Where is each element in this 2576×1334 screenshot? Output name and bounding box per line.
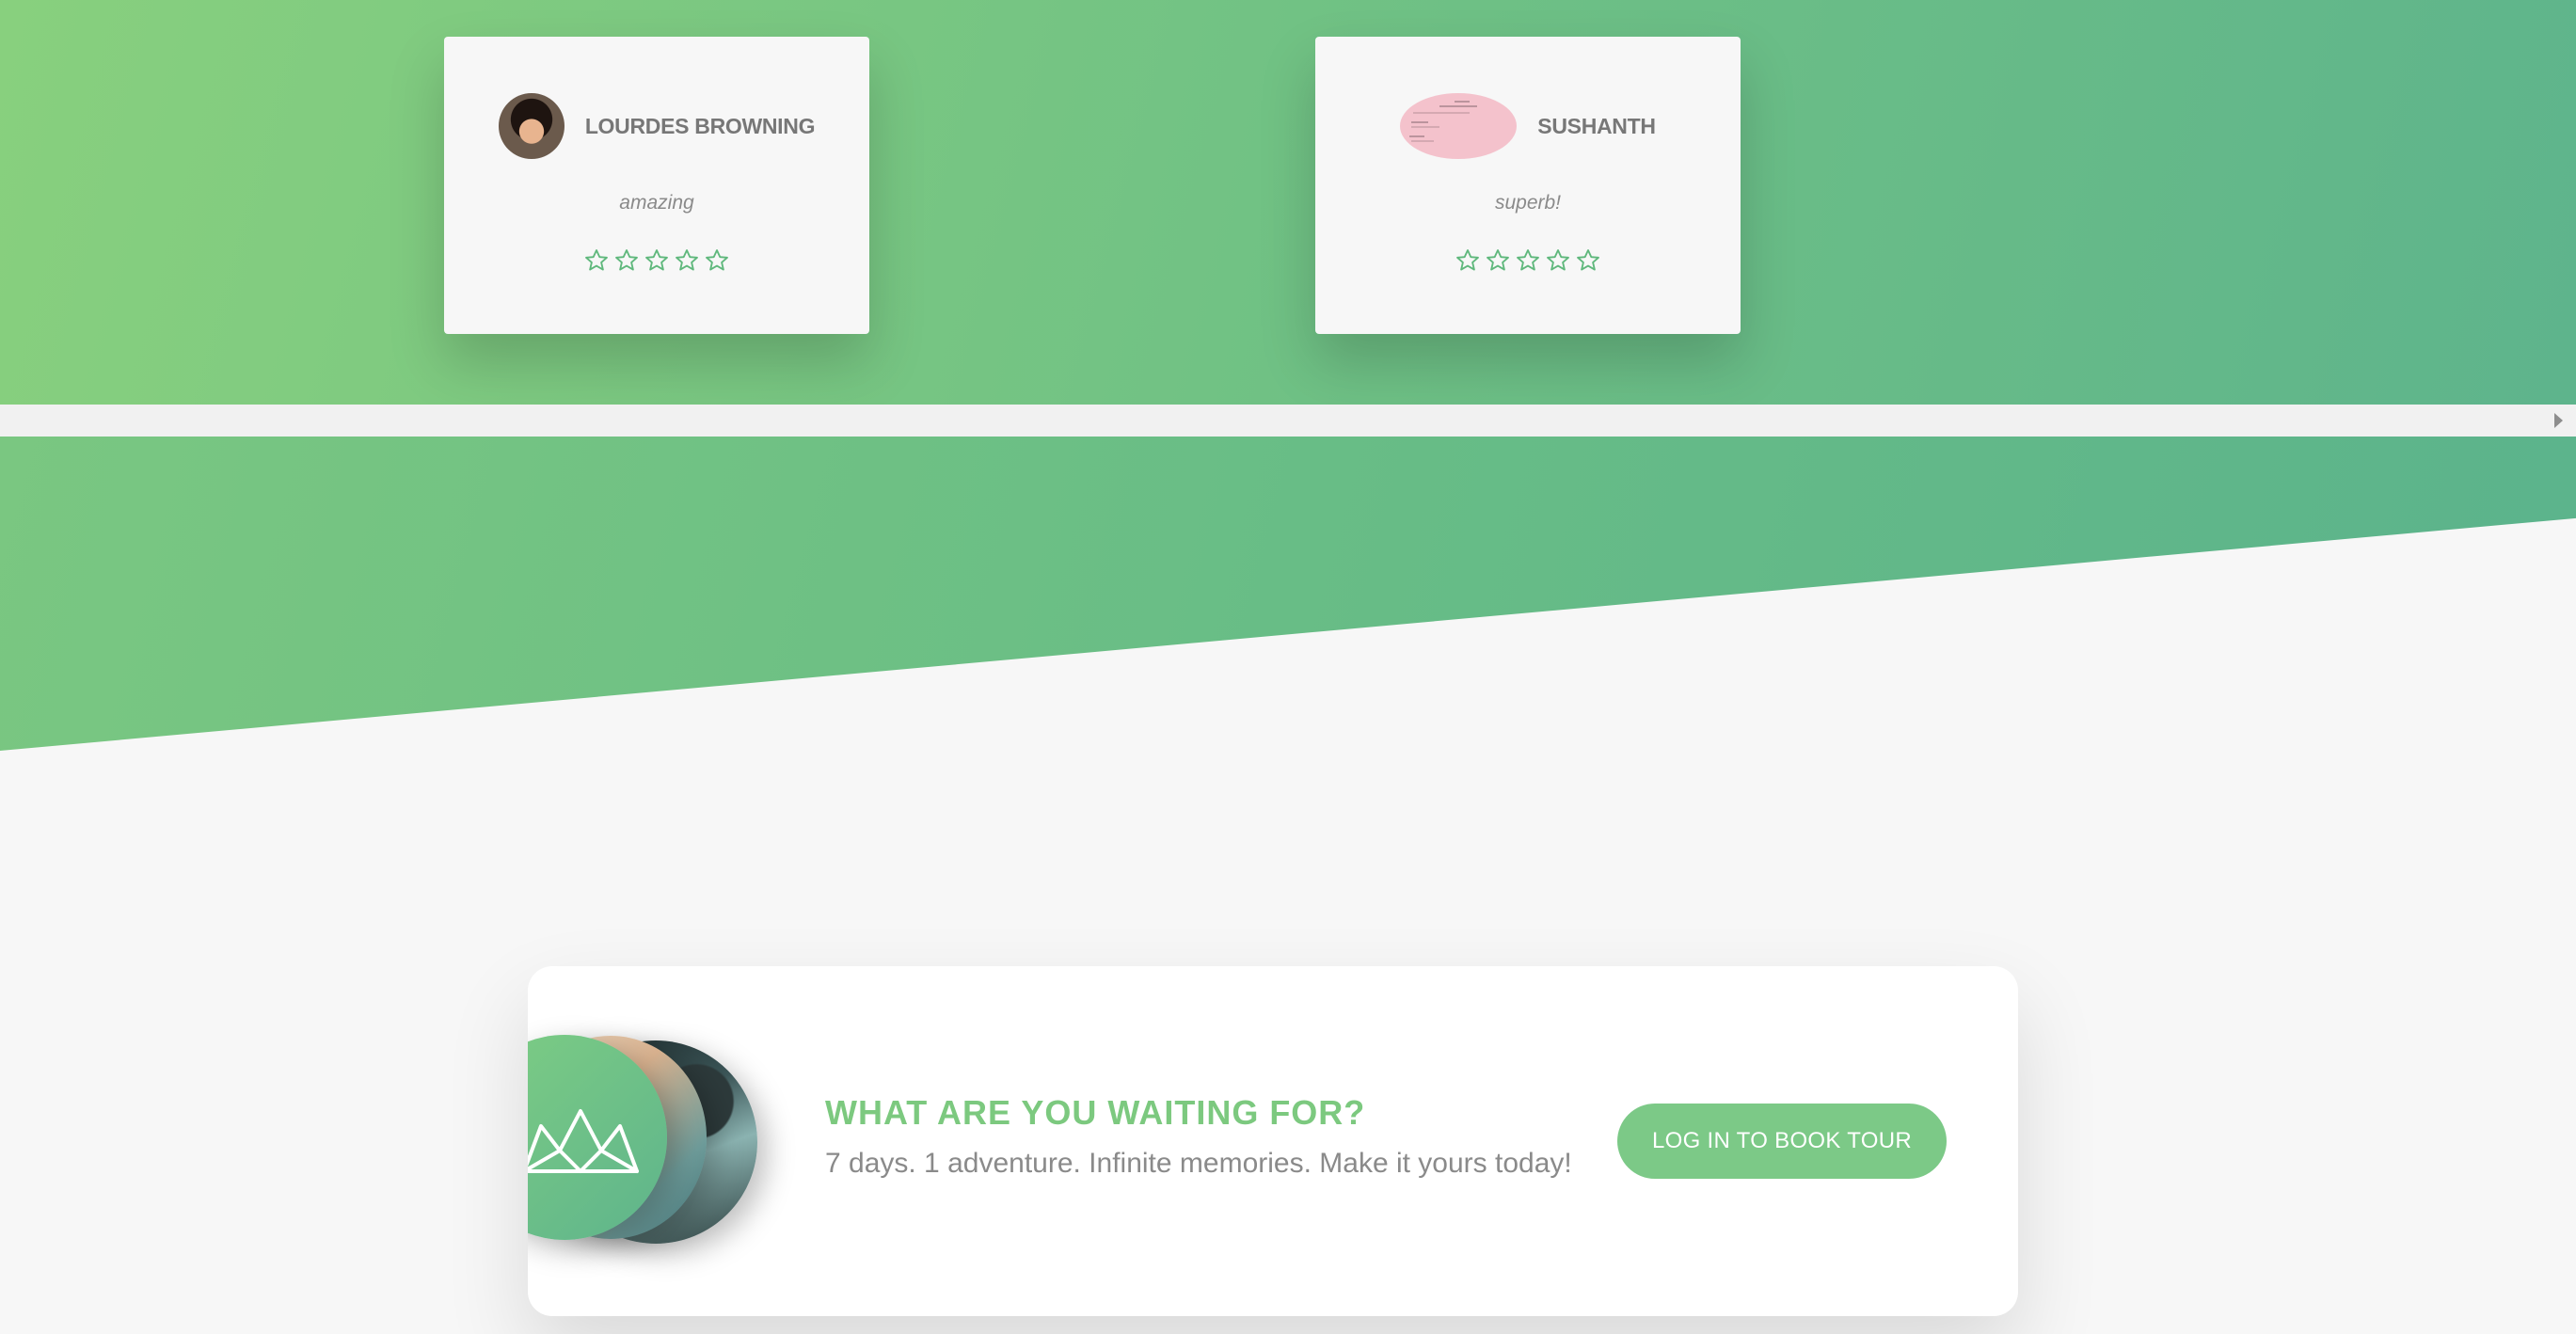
login-to-book-tour-button[interactable]: LOG IN TO BOOK TOUR	[1617, 1104, 1947, 1179]
review-rating	[1315, 247, 1741, 274]
review-user: LOURDES BROWNING	[444, 93, 869, 159]
review-user: SUSHANTH	[1315, 93, 1741, 159]
star-icon	[1545, 247, 1571, 274]
slanted-green-band	[0, 437, 2576, 751]
review-user-name: LOURDES BROWNING	[584, 113, 816, 138]
star-icon	[613, 247, 640, 274]
review-user-name: SUSHANTH	[1537, 113, 1656, 138]
cta-heading: WHAT ARE YOU WAITING FOR?	[825, 1093, 1366, 1132]
star-icon	[1455, 247, 1481, 274]
reviews-scrollbar[interactable]	[0, 405, 2576, 437]
cta-card: WHAT ARE YOU WAITING FOR? 7 days. 1 adve…	[528, 966, 2018, 1316]
reviews-section: LOURDES BROWNING amazing SUSHANTH superb…	[0, 0, 2576, 405]
star-icon	[1515, 247, 1541, 274]
star-icon	[704, 247, 730, 274]
review-text: amazing	[619, 192, 694, 214]
review-rating	[444, 247, 869, 274]
crown-logo-icon	[528, 1105, 639, 1177]
avatar	[498, 93, 564, 159]
star-icon	[674, 247, 700, 274]
cta-image-stack	[528, 966, 810, 1316]
cta-text: 7 days. 1 adventure. Infinite memories. …	[825, 1148, 1572, 1179]
review-card: LOURDES BROWNING amazing	[444, 37, 869, 334]
star-icon	[644, 247, 670, 274]
review-card: SUSHANTH superb!	[1315, 37, 1741, 334]
star-icon	[1575, 247, 1601, 274]
scroll-right-arrow-icon[interactable]	[2554, 413, 2563, 428]
star-icon	[1485, 247, 1511, 274]
review-text: superb!	[1494, 192, 1562, 214]
star-icon	[583, 247, 610, 274]
avatar	[1400, 93, 1518, 159]
